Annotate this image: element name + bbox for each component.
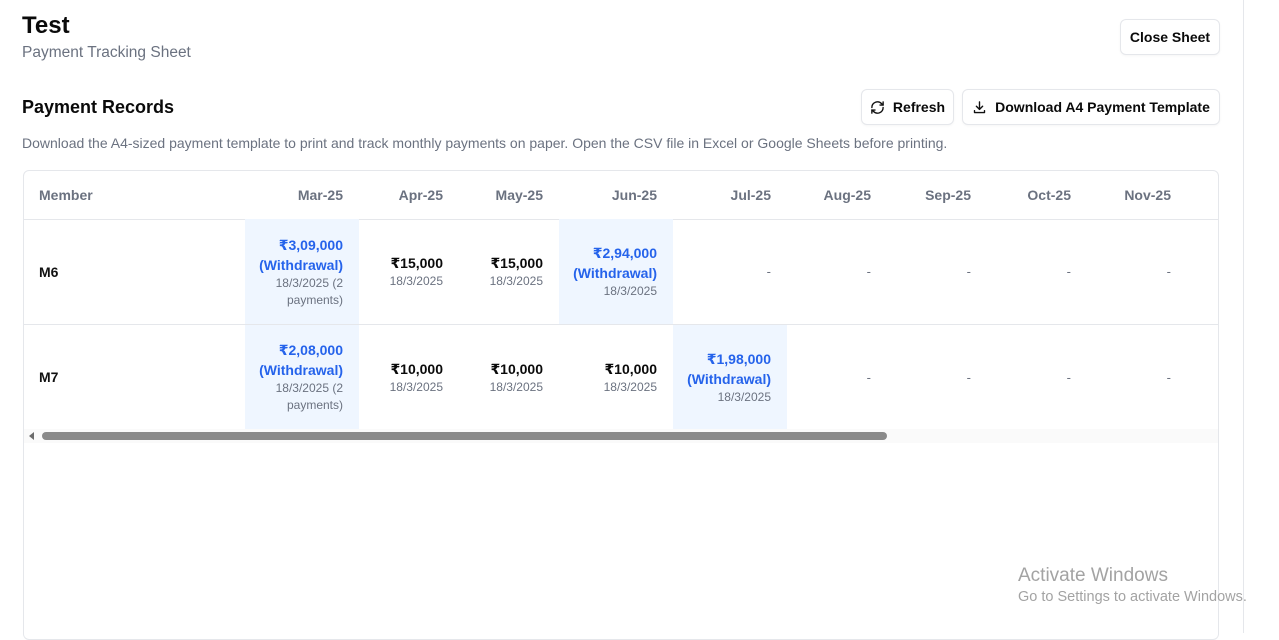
table-row: M7 ₹2,08,000 (Withdrawal) 18/3/2025 (2 p… [24,325,1218,429]
empty-cell[interactable]: - [1073,325,1187,429]
payment-date: 18/3/2025 [603,284,657,298]
month-header-jul: Jul-25 [730,187,771,203]
scroll-left-arrow-icon[interactable] [29,432,34,440]
month-header-may: May-25 [495,187,543,203]
table-row: M6 ₹3,09,000 (Withdrawal) 18/3/2025 (2 p… [24,219,1218,325]
month-header-apr: Apr-25 [398,187,443,203]
payment-amount: ₹15,000 [490,255,543,271]
refresh-icon [871,100,884,114]
payment-amount: ₹15,000 [390,255,443,271]
download-template-button[interactable]: Download A4 Payment Template [962,89,1220,125]
payment-date: 18/3/2025 [389,274,443,288]
payment-amount: ₹10,000 [604,360,657,377]
month-header-sep: Sep-25 [925,187,971,203]
empty-cell[interactable]: - [973,325,1087,429]
month-header-oct: Oct-25 [1027,187,1071,203]
watermark-title: Activate Windows [1018,565,1168,586]
payment-date: 18/3/2025 [389,379,443,394]
member-name: M7 [39,369,59,385]
section-title: Payment Records [22,97,175,117]
withdrawal-label: (Withdrawal) [259,256,343,273]
payment-amount: ₹10,000 [490,360,543,377]
download-label: Download A4 Payment Template [995,99,1210,115]
payment-cell[interactable]: ₹15,000 18/3/2025 [345,219,459,324]
payment-cell[interactable]: ₹10,000 18/3/2025 [345,325,459,429]
withdrawal-label: (Withdrawal) [573,265,657,281]
empty-dash: - [1066,264,1071,279]
month-header-aug: Aug-25 [823,187,871,203]
empty-dash: - [966,264,971,279]
month-header-nov: Nov-25 [1124,187,1171,203]
payment-date: 18/3/2025 (2 payments) [275,381,343,412]
payment-cell[interactable]: ₹15,000 18/3/2025 [445,219,559,324]
member-name: M6 [39,263,59,280]
empty-dash: - [866,369,871,385]
empty-dash: - [966,369,971,385]
sheet-subtitle: Payment Tracking Sheet [22,44,191,61]
payment-date: 18/3/2025 [489,274,543,288]
month-header-mar: Mar-25 [297,187,343,203]
empty-dash: - [1166,264,1171,279]
payment-cell[interactable]: ₹10,000 18/3/2025 [445,325,559,429]
empty-dash: - [866,264,871,279]
activate-windows-watermark: Activate Windows Go to Settings to activ… [1018,565,1247,605]
payment-amount: ₹2,94,000 [592,245,657,261]
payment-amount: ₹1,98,000 [706,350,771,367]
withdrawal-label: (Withdrawal) [687,370,771,387]
empty-dash: - [1066,369,1071,385]
payment-cell-withdrawal[interactable]: ₹2,94,000 (Withdrawal) 18/3/2025 [559,219,673,324]
close-sheet-label: Close Sheet [1129,29,1211,45]
empty-cell[interactable]: - [973,219,1087,324]
withdrawal-label: (Withdrawal) [259,362,343,378]
empty-cell[interactable]: - [873,219,987,324]
payment-date: 18/3/2025 [489,379,543,394]
table-header: Member Mar-25 Apr-25 May-25 Jun-25 Jul-2… [24,171,1218,220]
empty-cell[interactable]: - [773,219,887,324]
empty-cell[interactable]: - [873,325,987,429]
payment-amount: ₹10,000 [390,360,443,377]
empty-dash: - [1166,369,1171,385]
sheet-title: Test [22,12,70,39]
payment-amount: ₹2,08,000 [278,342,343,358]
month-header-jun: Jun-25 [611,187,657,203]
payment-date: 18/3/2025 [603,379,657,394]
refresh-button[interactable]: Refresh [861,89,954,125]
payment-cell-withdrawal[interactable]: ₹2,08,000 (Withdrawal) 18/3/2025 (2 paym… [245,325,359,429]
panel-divider [1243,0,1244,633]
payment-cell-withdrawal[interactable]: ₹3,09,000 (Withdrawal) 18/3/2025 (2 paym… [245,219,359,324]
watermark-subtitle: Go to Settings to activate Windows. [1018,589,1247,605]
member-column-header: Member [39,187,93,203]
empty-cell[interactable]: - [773,325,887,429]
close-sheet-button[interactable]: Close Sheet [1120,19,1220,55]
empty-cell[interactable]: - [1073,219,1187,324]
horizontal-scrollbar[interactable] [24,429,1218,443]
download-icon [973,100,986,113]
payment-amount: ₹3,09,000 [278,236,343,253]
payment-date: 18/3/2025 [717,389,771,404]
empty-cell[interactable]: - [673,219,787,324]
scrollbar-thumb[interactable] [42,432,887,440]
payment-date: 18/3/2025 (2 payments) [275,275,343,307]
section-description: Download the A4-sized payment template t… [22,135,948,151]
refresh-label: Refresh [892,99,946,115]
payment-cell[interactable]: ₹10,000 18/3/2025 [559,325,673,429]
payment-cell-withdrawal[interactable]: ₹1,98,000 (Withdrawal) 18/3/2025 [673,325,787,429]
payment-sheet-panel: Test Payment Tracking Sheet Close Sheet … [0,0,1244,640]
empty-dash: - [766,264,771,279]
